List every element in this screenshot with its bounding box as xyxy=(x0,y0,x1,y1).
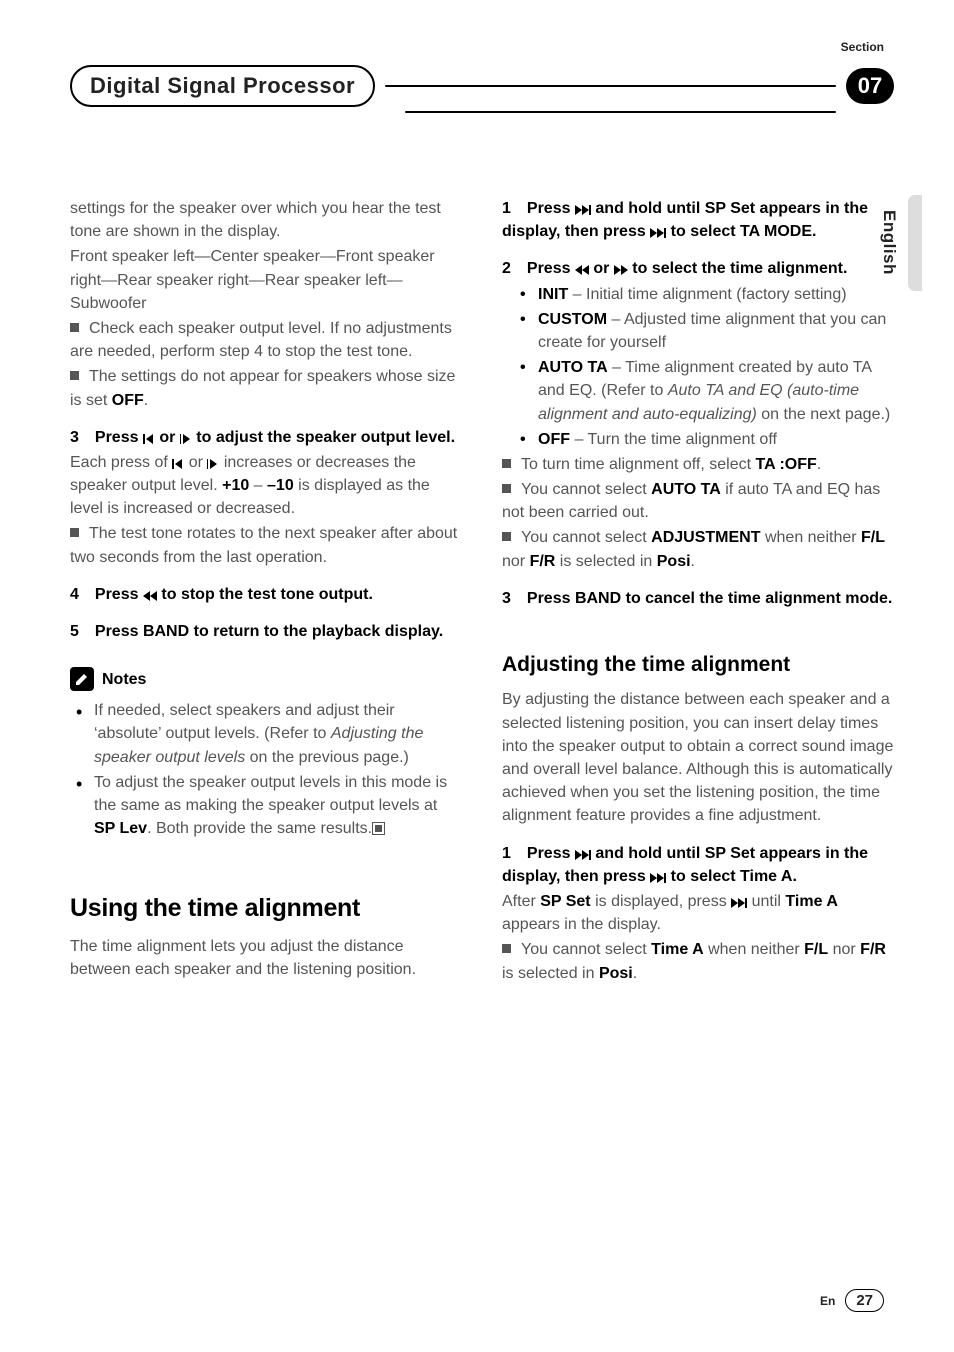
adjustment-bullet: You cannot select ADJUSTMENT when neithe… xyxy=(502,526,894,572)
adj-step-1-bullet: You cannot select Time A when neither F/… xyxy=(502,938,894,984)
adj-step-1-head: 1Press and hold until SP Set appears in … xyxy=(502,842,894,888)
pause-next-icon xyxy=(207,454,219,471)
option-off: OFF – Turn the time alignment off xyxy=(538,428,894,451)
square-bullet-icon xyxy=(502,532,511,541)
alignment-options-list: INIT – Initial time alignment (factory s… xyxy=(502,283,894,451)
prev-pause-icon xyxy=(172,454,184,471)
footer-lang: En xyxy=(820,1294,835,1308)
page-number: 27 xyxy=(845,1289,884,1312)
adjusting-time-alignment-heading: Adjusting the time alignment xyxy=(502,650,894,680)
note-item: To adjust the speaker output levels in t… xyxy=(94,771,462,841)
page-footer: En 27 xyxy=(820,1289,884,1312)
check-bullet: Check each speaker output level. If no a… xyxy=(70,317,462,363)
square-bullet-icon xyxy=(70,528,79,537)
square-bullet-icon xyxy=(70,323,79,332)
using-time-alignment-body: The time alignment lets you adjust the d… xyxy=(70,935,462,981)
page-header: Digital Signal Processor 07 xyxy=(70,65,894,107)
end-marker-icon xyxy=(372,822,385,835)
note-item: If needed, select speakers and adjust th… xyxy=(94,699,462,769)
fast-forward-icon xyxy=(614,260,628,277)
pencil-icon xyxy=(70,667,94,691)
r-step-2-head: 2Press or to select the time alignment. xyxy=(502,257,894,280)
square-bullet-icon xyxy=(502,459,511,468)
section-title: Digital Signal Processor xyxy=(70,65,375,107)
adj-step-1-body: After SP Set is displayed, press until T… xyxy=(502,890,894,936)
section-number-pill: 07 xyxy=(846,68,894,104)
prev-pause-icon xyxy=(143,429,155,446)
notes-list: If needed, select speakers and adjust th… xyxy=(70,699,462,840)
rewind-icon xyxy=(143,586,157,603)
header-rule xyxy=(385,85,836,87)
step-3-body: Each press of or increases or decreases … xyxy=(70,451,462,521)
intro-text-a: settings for the speaker over which you … xyxy=(70,197,462,243)
next-track-icon xyxy=(575,200,591,217)
speaker-sequence: Front speaker left—Center speaker—Front … xyxy=(70,245,462,315)
off-bullet: The settings do not appear for speakers … xyxy=(70,365,462,411)
option-custom: CUSTOM – Adjusted time alignment that yo… xyxy=(538,308,894,354)
option-auto-ta: AUTO TA – Time alignment created by auto… xyxy=(538,356,894,426)
section-label: Section xyxy=(841,40,884,54)
rewind-icon xyxy=(575,260,589,277)
step-3-bullet: The test tone rotates to the next speake… xyxy=(70,522,462,568)
next-track-icon xyxy=(650,223,666,240)
adjusting-body: By adjusting the distance between each s… xyxy=(502,688,894,827)
option-init: INIT – Initial time alignment (factory s… xyxy=(538,283,894,306)
ta-off-bullet: To turn time alignment off, select TA :O… xyxy=(502,453,894,476)
using-time-alignment-heading: Using the time alignment xyxy=(70,890,462,926)
square-bullet-icon xyxy=(70,371,79,380)
step-5-head: 5Press BAND to return to the playback di… xyxy=(70,620,462,643)
r-step-1-head: 1Press and hold until SP Set appears in … xyxy=(502,197,894,243)
square-bullet-icon xyxy=(502,944,511,953)
left-column: settings for the speaker over which you … xyxy=(70,197,462,987)
step-4-head: 4Press to stop the test tone output. xyxy=(70,583,462,606)
next-track-icon xyxy=(731,893,747,910)
pause-next-icon xyxy=(180,429,192,446)
square-bullet-icon xyxy=(502,484,511,493)
next-track-icon xyxy=(575,845,591,862)
r-step-3-head: 3Press BAND to cancel the time alignment… xyxy=(502,587,894,610)
right-column: 1Press and hold until SP Set appears in … xyxy=(502,197,894,987)
language-tab-bg xyxy=(908,195,922,291)
step-3-head: 3Press or to adjust the speaker output l… xyxy=(70,426,462,449)
next-track-icon xyxy=(650,868,666,885)
auto-ta-bullet: You cannot select AUTO TA if auto TA and… xyxy=(502,478,894,524)
notes-heading: Notes xyxy=(70,667,462,691)
language-tab: English xyxy=(879,210,899,275)
